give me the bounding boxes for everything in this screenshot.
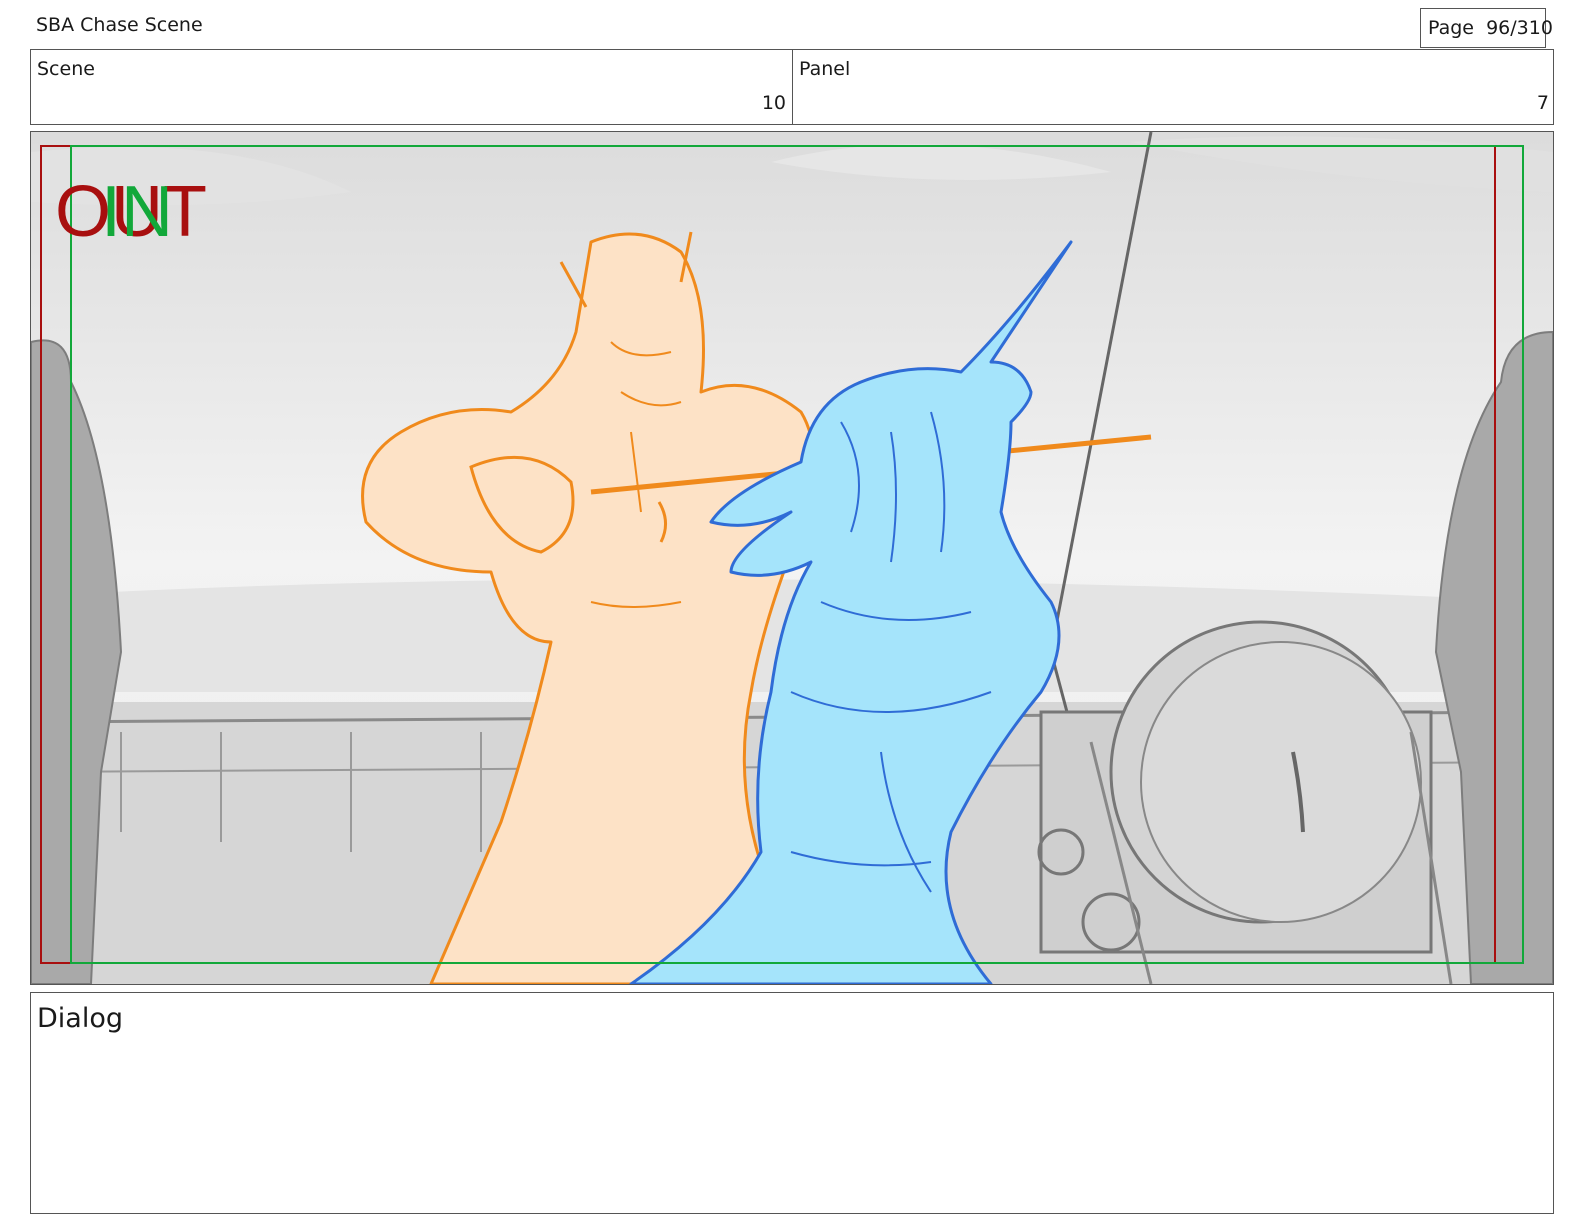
dialog-box[interactable]: Dialog: [30, 992, 1554, 1214]
scene-cell: Scene 10: [31, 50, 793, 124]
storyboard-frame: OUT IN: [30, 131, 1554, 985]
page-indicator: Page 96/310: [1420, 8, 1553, 48]
storyboard-sketch: OUT IN: [31, 132, 1553, 984]
scene-panel-info-row: Scene 10 Panel 7: [30, 49, 1554, 125]
scene-number: 10: [761, 92, 786, 114]
panel-label: Panel: [799, 58, 851, 80]
dialog-label: Dialog: [37, 1003, 123, 1034]
scene-label: Scene: [37, 58, 95, 80]
panel-cell: Panel 7: [793, 50, 1555, 124]
panel-number: 7: [1536, 92, 1549, 114]
page-label: Page: [1428, 17, 1474, 39]
page-number: 96/310: [1486, 17, 1553, 39]
document-title: SBA Chase Scene: [36, 14, 203, 36]
in-marker: IN: [101, 172, 173, 252]
